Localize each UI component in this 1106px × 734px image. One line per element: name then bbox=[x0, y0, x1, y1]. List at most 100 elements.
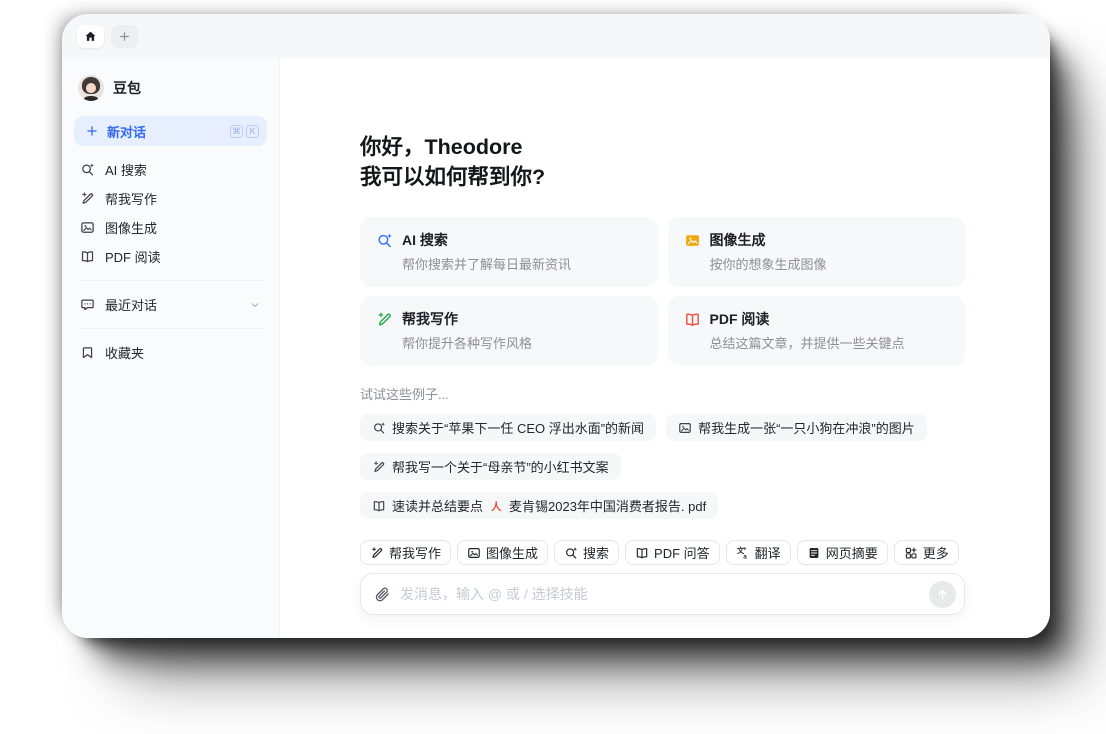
translate-icon bbox=[736, 546, 750, 560]
card-write[interactable]: 帮我写作 帮你提升各种写作风格 bbox=[360, 296, 658, 366]
search-icon bbox=[376, 232, 393, 249]
pdf-file-icon bbox=[489, 499, 503, 513]
plus-icon bbox=[85, 124, 99, 138]
profile-row[interactable]: 豆包 bbox=[74, 68, 267, 116]
kbd-cmd: ⌘ bbox=[230, 124, 243, 138]
example-chip-text: 搜索关于“苹果下一任 CEO 浮出水面”的新闻 bbox=[392, 421, 645, 436]
skill-web-summary[interactable]: 网页摘要 bbox=[796, 540, 888, 565]
chevron-down-icon[interactable] bbox=[249, 299, 261, 311]
image-icon bbox=[678, 421, 692, 435]
skill-pdf-qa[interactable]: PDF 问答 bbox=[625, 540, 720, 565]
image-icon bbox=[467, 546, 481, 560]
skill-label: 翻译 bbox=[754, 546, 781, 561]
skill-bar: 帮我写作 图像生成 搜索 PDF 问答 翻译 网页摘要 更多 bbox=[360, 540, 965, 565]
book-icon bbox=[80, 249, 95, 264]
search-icon bbox=[564, 546, 578, 560]
write-icon bbox=[372, 460, 386, 474]
skill-label: PDF 问答 bbox=[654, 546, 710, 561]
card-image-gen[interactable]: 图像生成 按你的想象生成图像 bbox=[667, 217, 965, 287]
sidebar-item-label: 帮我写作 bbox=[105, 192, 158, 207]
plus-icon bbox=[118, 30, 131, 43]
sidebar-item-pdf-read[interactable]: PDF 阅读 bbox=[74, 242, 267, 271]
skill-label: 图像生成 bbox=[486, 546, 539, 561]
sidebar-item-image-gen[interactable]: 图像生成 bbox=[74, 213, 267, 242]
card-description: 按你的想象生成图像 bbox=[709, 257, 827, 272]
card-ai-search[interactable]: AI 搜索 帮你搜索并了解每日最新资讯 bbox=[360, 217, 658, 287]
arrow-up-icon bbox=[936, 588, 949, 601]
sidebar-nav: AI 搜索 帮我写作 图像生成 PDF 阅读 最近对话 收藏夹 bbox=[74, 155, 267, 367]
card-title: 帮我写作 bbox=[402, 311, 458, 327]
feature-cards: AI 搜索 帮你搜索并了解每日最新资讯 图像生成 按你的想象生成图像 帮我写作 bbox=[360, 217, 965, 366]
bookmark-icon bbox=[80, 345, 95, 360]
skill-label: 网页摘要 bbox=[825, 546, 878, 561]
write-icon bbox=[376, 311, 393, 328]
profile-name: 豆包 bbox=[113, 80, 141, 96]
search-icon bbox=[372, 421, 386, 435]
greeting-line2: 我可以如何帮到你? bbox=[360, 165, 546, 189]
sidebar-item-label: AI 搜索 bbox=[105, 163, 147, 178]
avatar bbox=[78, 75, 104, 101]
sidebar-item-write[interactable]: 帮我写作 bbox=[74, 184, 267, 213]
example-chip-summarize-pdf[interactable]: 速读并总结要点 麦肯锡2023年中国消费者报告. pdf bbox=[360, 492, 719, 519]
image-icon bbox=[80, 220, 95, 235]
examples-heading: 试试这些例子... bbox=[360, 387, 449, 402]
sidebar-item-favorites[interactable]: 收藏夹 bbox=[74, 338, 267, 367]
card-title: PDF 阅读 bbox=[709, 311, 770, 327]
webpage-icon bbox=[807, 546, 821, 560]
message-input[interactable] bbox=[400, 586, 929, 602]
card-title: 图像生成 bbox=[709, 232, 766, 248]
skill-search[interactable]: 搜索 bbox=[554, 540, 620, 565]
window-tab-bar bbox=[62, 14, 1050, 58]
sidebar-item-recent-chats[interactable]: 最近对话 bbox=[74, 290, 267, 319]
skill-label: 帮我写作 bbox=[389, 546, 442, 561]
card-description: 帮你搜索并了解每日最新资讯 bbox=[402, 257, 572, 272]
example-chip-text: 帮我写一个关于“母亲节”的小红书文案 bbox=[392, 460, 609, 475]
book-icon bbox=[635, 546, 649, 560]
example-chip-generate-image[interactable]: 帮我生成一张“一只小狗在冲浪”的图片 bbox=[666, 414, 927, 441]
example-chip-text: 帮我生成一张“一只小狗在冲浪”的图片 bbox=[698, 421, 915, 436]
divider bbox=[78, 328, 263, 329]
sidebar-item-label: 图像生成 bbox=[105, 221, 158, 236]
new-chat-button[interactable]: 新对话 ⌘ K bbox=[74, 116, 267, 146]
skill-translate[interactable]: 翻译 bbox=[725, 540, 791, 565]
more-grid-icon bbox=[904, 546, 918, 560]
recent-chats-label: 最近对话 bbox=[105, 298, 158, 313]
example-chip-write-post[interactable]: 帮我写一个关于“母亲节”的小红书文案 bbox=[360, 453, 621, 480]
book-icon bbox=[372, 499, 386, 513]
favorites-label: 收藏夹 bbox=[105, 346, 145, 361]
example-chips: 搜索关于“苹果下一任 CEO 浮出水面”的新闻 帮我生成一张“一只小狗在冲浪”的… bbox=[360, 414, 965, 519]
skill-label: 搜索 bbox=[583, 546, 610, 561]
skill-write[interactable]: 帮我写作 bbox=[360, 540, 452, 565]
new-tab-button[interactable] bbox=[111, 24, 138, 48]
image-icon bbox=[684, 232, 701, 249]
greeting-line1: 你好，Theodore bbox=[360, 135, 523, 159]
tab-home[interactable] bbox=[77, 24, 104, 48]
skill-image-gen[interactable]: 图像生成 bbox=[457, 540, 549, 565]
chat-bubble-icon bbox=[80, 297, 95, 312]
shortcut-badge: ⌘ K bbox=[230, 124, 259, 138]
sidebar-item-label: PDF 阅读 bbox=[105, 250, 161, 265]
card-description: 帮你提升各种写作风格 bbox=[402, 336, 533, 351]
write-icon bbox=[370, 546, 384, 560]
book-icon bbox=[684, 311, 701, 328]
greeting: 你好，Theodore 我可以如何帮到你? bbox=[360, 132, 965, 192]
main-panel: 你好，Theodore 我可以如何帮到你? AI 搜索 帮你搜索并了解每日最新资… bbox=[280, 58, 1050, 638]
example-chip-search-news[interactable]: 搜索关于“苹果下一任 CEO 浮出水面”的新闻 bbox=[360, 414, 657, 441]
write-icon bbox=[80, 191, 95, 206]
example-chip-text: 速读并总结要点 bbox=[392, 499, 484, 514]
skill-more[interactable]: 更多 bbox=[893, 540, 959, 565]
card-description: 总结这篇文章，并提供一些关键点 bbox=[709, 336, 905, 351]
divider bbox=[78, 280, 263, 281]
pdf-file-name: 麦肯锡2023年中国消费者报告. pdf bbox=[509, 499, 707, 514]
new-chat-label: 新对话 bbox=[107, 124, 147, 140]
paperclip-icon[interactable] bbox=[374, 586, 391, 603]
send-button[interactable] bbox=[929, 580, 956, 608]
sidebar-item-ai-search[interactable]: AI 搜索 bbox=[74, 155, 267, 184]
home-icon bbox=[84, 30, 97, 43]
message-composer bbox=[360, 573, 965, 615]
kbd-k: K bbox=[246, 124, 259, 138]
composer-area: 帮我写作 图像生成 搜索 PDF 问答 翻译 网页摘要 更多 发消息，输入 @ … bbox=[360, 540, 965, 638]
skill-label: 更多 bbox=[922, 546, 949, 561]
card-title: AI 搜索 bbox=[402, 232, 448, 248]
card-pdf-read[interactable]: PDF 阅读 总结这篇文章，并提供一些关键点 bbox=[667, 296, 965, 366]
